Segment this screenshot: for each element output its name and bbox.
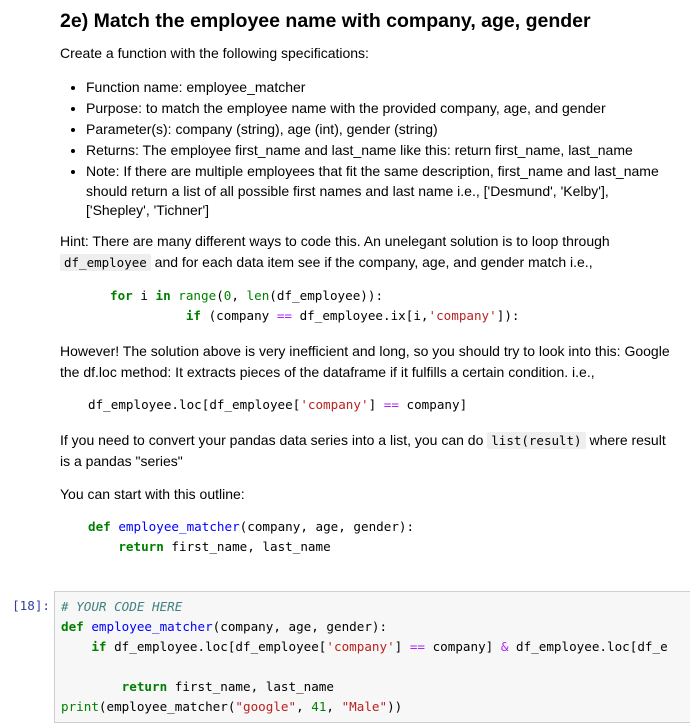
code-cell-source[interactable]: # YOUR CODE HERE def employee_matcher(com…	[61, 597, 668, 717]
code-token: range	[178, 288, 217, 303]
code-token: 'company'	[300, 397, 369, 412]
code-token: ]):	[496, 308, 520, 323]
spec-item: Parameter(s): company (string), age (int…	[86, 120, 676, 140]
code-token: len	[246, 288, 270, 303]
spec-item: Purpose: to match the employee name with…	[86, 99, 676, 119]
code-token: return	[118, 539, 172, 554]
hint-before: Hint: There are many different ways to c…	[60, 233, 610, 249]
code-token: first_name, last_name	[174, 679, 334, 694]
code-token: df_employee.loc[df_employee[	[88, 397, 301, 412]
intro-text: Create a function with the following spe…	[60, 45, 369, 61]
code-token: company]	[425, 639, 501, 654]
hint-after: and for each data item see if the compan…	[150, 254, 593, 270]
code-block-loc: df_employee.loc[df_employee['company'] =…	[88, 395, 467, 415]
code-token: if	[91, 639, 115, 654]
code-line: for i in range(0, len(df_employee)):	[110, 286, 519, 306]
code-token: # YOUR CODE HERE	[61, 599, 183, 614]
code-line: if (company == df_employee.ix[i,'company…	[110, 306, 520, 326]
spec-item: Function name: employee_matcher	[86, 78, 676, 98]
code-token: (	[216, 288, 224, 303]
code-token: ]	[368, 397, 384, 412]
however-text: However! The solution above is very inef…	[60, 343, 670, 380]
code-token: if	[185, 308, 209, 323]
code-token: def	[88, 519, 119, 534]
inline-code: df_employee	[60, 254, 151, 271]
hint-text: Hint: There are many different ways to c…	[60, 231, 675, 273]
outline-text: You can start with this outline:	[60, 486, 245, 502]
code-line: def employee_matcher(company, age, gende…	[88, 517, 414, 537]
code-token: df_employee.loc[df_employee[	[114, 639, 327, 654]
code-token: ,	[231, 288, 247, 303]
code-token: in	[155, 288, 179, 303]
spec-item: Note: If there are multiple employees th…	[86, 162, 676, 221]
spec-item: Returns: The employee first_name and las…	[86, 141, 676, 161]
inline-code: list(result)	[487, 432, 586, 449]
code-line: def employee_matcher(company, age, gende…	[61, 617, 668, 637]
code-token: ==	[409, 639, 425, 654]
cell-prompt: [18]:	[12, 598, 50, 613]
code-token: for	[110, 288, 141, 303]
code-token: 'company'	[428, 308, 497, 323]
code-block-loop: for i in range(0, len(df_employee)): if …	[110, 286, 519, 326]
convert-before: If you need to convert your pandas data …	[60, 432, 488, 448]
code-line: return first_name, last_name	[61, 677, 668, 697]
code-line: return first_name, last_name	[88, 537, 414, 557]
code-token: return	[121, 679, 175, 694]
code-token: (company, age, gender):	[212, 619, 388, 634]
code-block-outline: def employee_matcher(company, age, gende…	[88, 517, 414, 557]
code-cell-editor[interactable]: # YOUR CODE HERE def employee_matcher(com…	[54, 591, 690, 723]
code-token: ]	[394, 639, 410, 654]
code-line: # YOUR CODE HERE	[61, 597, 668, 617]
code-token: df_employee.ix[i,	[292, 308, 429, 323]
code-line: if df_employee.loc[df_employee['company'…	[61, 637, 668, 657]
code-token: employee_matcher	[118, 519, 240, 534]
spec-list: Function name: employee_matcher Purpose:…	[60, 78, 676, 222]
code-token: ==	[276, 308, 292, 323]
code-token: employee_matcher	[91, 619, 213, 634]
convert-text: If you need to convert your pandas data …	[60, 430, 675, 472]
code-token: def	[61, 619, 92, 634]
code-line: print(employee_matcher("google", 41, "Ma…	[61, 697, 668, 717]
code-token: (company	[208, 308, 277, 323]
code-token: first_name, last_name	[171, 539, 331, 554]
code-token: i	[140, 288, 156, 303]
code-token: ==	[383, 397, 399, 412]
code-token: df_employee.loc[df_e	[508, 639, 668, 654]
code-token: (company, age, gender):	[239, 519, 415, 534]
code-token: 'company'	[326, 639, 395, 654]
code-token: (df_employee)):	[269, 288, 384, 303]
code-token: company]	[398, 397, 468, 412]
code-line: df_employee.loc[df_employee['company'] =…	[88, 395, 467, 415]
section-heading: 2e) Match the employee name with company…	[60, 10, 591, 32]
